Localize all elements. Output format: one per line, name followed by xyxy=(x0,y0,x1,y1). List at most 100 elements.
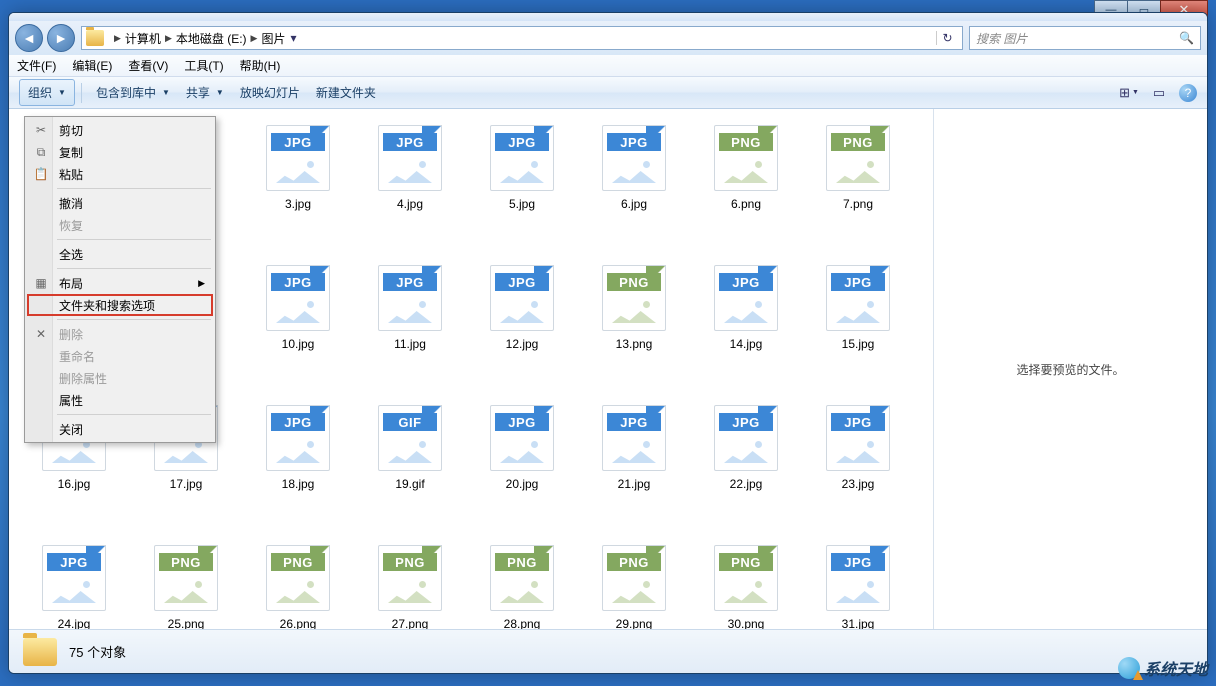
forward-button[interactable]: ► xyxy=(47,24,75,52)
file-thumbnail: PNG xyxy=(598,259,670,331)
menu-folder-options[interactable]: 文件夹和搜索选项 xyxy=(27,294,213,316)
menu-copy[interactable]: ⧉复制 xyxy=(27,141,213,163)
file-name: 10.jpg xyxy=(282,337,315,351)
breadcrumb-dropdown[interactable]: ▾ xyxy=(285,31,301,45)
file-thumbnail: JPG xyxy=(374,259,446,331)
file-item[interactable]: GIF19.gif xyxy=(369,399,451,491)
file-item[interactable]: JPG22.jpg xyxy=(705,399,787,491)
menu-select-all[interactable]: 全选 xyxy=(27,243,213,265)
back-button[interactable]: ◄ xyxy=(15,24,43,52)
file-item[interactable]: PNG13.png xyxy=(593,259,675,351)
file-item[interactable]: PNG30.png xyxy=(705,539,787,629)
file-thumbnail: JPG xyxy=(822,259,894,331)
nav-row: ◄ ► ▶ 计算机 ▶ 本地磁盘 (E:) ▶ 图片 ▾ ↻ 搜索 图片 🔍 xyxy=(9,21,1207,55)
file-item[interactable]: JPG31.jpg xyxy=(817,539,899,629)
include-in-library-button[interactable]: 包含到库中▼ xyxy=(88,80,178,105)
address-bar[interactable]: ▶ 计算机 ▶ 本地磁盘 (E:) ▶ 图片 ▾ ↻ xyxy=(81,26,963,50)
file-item[interactable]: JPG20.jpg xyxy=(481,399,563,491)
organize-button[interactable]: 组织▼ xyxy=(19,79,75,106)
status-folder-icon xyxy=(23,638,57,666)
file-item[interactable]: PNG29.png xyxy=(593,539,675,629)
file-name: 26.png xyxy=(280,617,317,629)
menu-close[interactable]: 关闭 xyxy=(27,418,213,440)
menu-rename: 重命名 xyxy=(27,345,213,367)
file-item[interactable]: JPG 15.jpg xyxy=(817,259,899,351)
file-thumbnail: JPG xyxy=(262,399,334,471)
file-thumbnail: JPG xyxy=(38,539,110,611)
menu-file[interactable]: 文件(F) xyxy=(17,57,56,74)
file-item[interactable]: PNG25.png xyxy=(145,539,227,629)
file-name: 12.jpg xyxy=(506,337,539,351)
breadcrumb-drive[interactable]: 本地磁盘 (E:) xyxy=(176,30,247,47)
folder-icon xyxy=(86,30,104,46)
breadcrumb-sep: ▶ xyxy=(251,33,258,44)
file-name: 21.jpg xyxy=(618,477,651,491)
menu-tools[interactable]: 工具(T) xyxy=(184,57,223,74)
breadcrumb-root[interactable]: 计算机 xyxy=(125,30,161,47)
file-name: 25.png xyxy=(168,617,205,629)
file-thumbnail: JPG xyxy=(598,119,670,191)
file-name: 7.png xyxy=(843,197,873,211)
file-name: 14.jpg xyxy=(730,337,763,351)
file-name: 23.jpg xyxy=(842,477,875,491)
search-box[interactable]: 搜索 图片 🔍 xyxy=(969,26,1201,50)
file-item[interactable]: JPG3.jpg xyxy=(257,119,339,211)
menu-view[interactable]: 查看(V) xyxy=(128,57,168,74)
file-item[interactable]: JPG21.jpg xyxy=(593,399,675,491)
search-icon: 🔍 xyxy=(1179,31,1194,45)
new-folder-button[interactable]: 新建文件夹 xyxy=(308,80,384,105)
file-name: 18.jpg xyxy=(282,477,315,491)
file-name: 28.png xyxy=(504,617,541,629)
menu-edit[interactable]: 编辑(E) xyxy=(72,57,112,74)
watermark-text: 系统天地 xyxy=(1144,656,1208,680)
refresh-button[interactable]: ↻ xyxy=(936,31,958,45)
preview-pane-button[interactable]: ▭ xyxy=(1149,84,1169,102)
file-item[interactable]: JPG14.jpg xyxy=(705,259,787,351)
file-thumbnail: PNG xyxy=(262,539,334,611)
file-item[interactable]: JPG 11.jpg xyxy=(369,259,451,351)
file-thumbnail: JPG xyxy=(262,259,334,331)
menu-paste[interactable]: 📋粘贴 xyxy=(27,163,213,185)
breadcrumb-sep: ▶ xyxy=(165,33,172,44)
menu-separator xyxy=(57,319,211,320)
file-thumbnail: JPG xyxy=(710,399,782,471)
menu-undo[interactable]: 撤消 xyxy=(27,192,213,214)
menu-help[interactable]: 帮助(H) xyxy=(240,57,281,74)
share-button[interactable]: 共享▼ xyxy=(178,80,232,105)
file-item[interactable]: PNG27.png xyxy=(369,539,451,629)
file-name: 11.jpg xyxy=(394,337,426,351)
file-item[interactable]: PNG6.png xyxy=(705,119,787,211)
file-item[interactable]: PNG 28.png xyxy=(481,539,563,629)
organize-dropdown: ✂剪切 ⧉复制 📋粘贴 撤消 恢复 全选 ▦布局▶ 文件夹和搜索选项 ✕删除 重… xyxy=(24,116,216,443)
file-item[interactable]: JPG 10.jpg xyxy=(257,259,339,351)
file-name: 3.jpg xyxy=(285,197,311,211)
menu-redo: 恢复 xyxy=(27,214,213,236)
status-text: 75 个对象 xyxy=(69,642,126,661)
file-item[interactable]: JPG12.jpg xyxy=(481,259,563,351)
menu-layout[interactable]: ▦布局▶ xyxy=(27,272,213,294)
file-item[interactable]: JPG24.jpg xyxy=(33,539,115,629)
view-mode-button[interactable]: ⊞▼ xyxy=(1119,84,1139,102)
file-name: 6.jpg xyxy=(621,197,647,211)
file-name: 27.png xyxy=(392,617,429,629)
file-item[interactable]: JPG23.jpg xyxy=(817,399,899,491)
slideshow-button[interactable]: 放映幻灯片 xyxy=(232,80,308,105)
menu-separator xyxy=(57,268,211,269)
file-name: 20.jpg xyxy=(506,477,539,491)
copy-icon: ⧉ xyxy=(33,145,49,160)
file-item[interactable]: JPG 18.jpg xyxy=(257,399,339,491)
file-name: 29.png xyxy=(616,617,653,629)
file-item[interactable]: JPG5.jpg xyxy=(481,119,563,211)
file-name: 15.jpg xyxy=(842,337,875,351)
watermark: 系统天地 xyxy=(1118,656,1208,680)
file-item[interactable]: JPG 6.jpg xyxy=(593,119,675,211)
file-item[interactable]: PNG7.png xyxy=(817,119,899,211)
menu-cut[interactable]: ✂剪切 xyxy=(27,119,213,141)
file-item[interactable]: PNG 26.png xyxy=(257,539,339,629)
menu-properties[interactable]: 属性 xyxy=(27,389,213,411)
file-item[interactable]: JPG4.jpg xyxy=(369,119,451,211)
file-thumbnail: PNG xyxy=(486,539,558,611)
help-button[interactable]: ? xyxy=(1179,84,1197,102)
breadcrumb-folder[interactable]: 图片 xyxy=(261,30,285,47)
search-placeholder: 搜索 图片 xyxy=(976,30,1027,47)
